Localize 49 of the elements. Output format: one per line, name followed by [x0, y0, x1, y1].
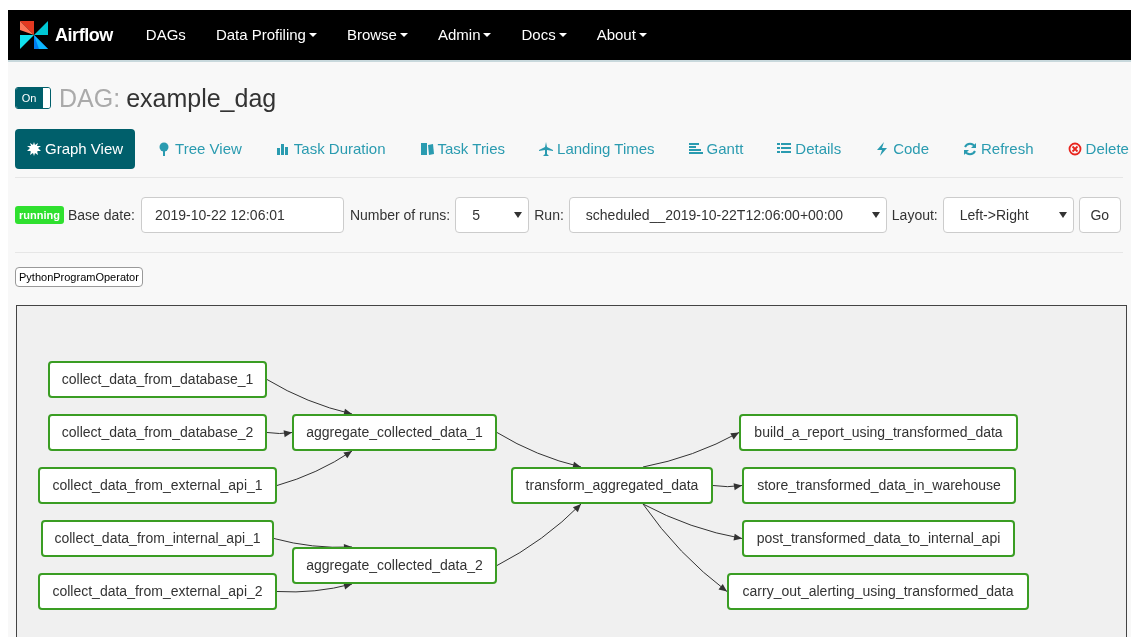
nav-menu-item[interactable]: Data Profiling: [200, 23, 332, 47]
delete-icon: [1067, 142, 1082, 156]
edge-arrow: [266, 430, 293, 438]
dag-prefix: DAG:: [59, 85, 121, 111]
refresh-icon: [963, 142, 977, 156]
view-tab[interactable]: Graph View: [15, 129, 136, 169]
task-node[interactable]: collect_data_from_internal_api_1: [41, 520, 274, 557]
base-date-label: Base date:: [67, 205, 135, 225]
nav-menu-item[interactable]: Docs: [506, 23, 582, 47]
dropdown-caret-icon: [871, 212, 880, 218]
task-node[interactable]: build_a_report_using_transformed_data: [739, 414, 1018, 451]
pinwheel-logo-icon[interactable]: [17, 18, 51, 52]
nav-menu-item[interactable]: Browse: [331, 23, 423, 47]
bar-chart-icon: [275, 142, 290, 156]
gantt-icon: [688, 142, 703, 156]
operator-legend-badge: PythonProgramOperator: [15, 266, 143, 288]
task-node[interactable]: store_transformed_data_in_warehouse: [742, 467, 1016, 504]
base-date-field[interactable]: 2019-10-22 12:06:01: [140, 197, 344, 233]
status-badge: running: [15, 205, 64, 225]
nav-menu-item[interactable]: About: [581, 23, 662, 47]
dropdown-caret-icon: [1058, 212, 1067, 218]
toggle-switch[interactable]: On: [15, 87, 51, 109]
run-dropdown[interactable]: scheduled__2019-10-22T12:06:00+00:00: [568, 197, 887, 233]
documents-icon: [419, 142, 434, 156]
dag-name: example_dag: [126, 85, 277, 111]
task-node[interactable]: collect_data_from_database_1: [48, 361, 267, 398]
task-node[interactable]: collect_data_from_external_api_1: [38, 467, 277, 504]
task-node[interactable]: aggregate_collected_data_1: [292, 414, 497, 451]
task-node[interactable]: aggregate_collected_data_2: [292, 547, 497, 584]
task-node[interactable]: collect_data_from_external_api_2: [38, 573, 277, 610]
edge-arrow: [712, 483, 743, 491]
go-button[interactable]: Go: [1078, 197, 1121, 233]
task-node[interactable]: post_transformed_data_to_internal_api: [742, 520, 1015, 557]
airplane-icon: [539, 142, 554, 156]
task-node[interactable]: transform_aggregated_data: [511, 467, 713, 504]
runs-label: Number of runs:: [349, 205, 451, 225]
nav-menu-item[interactable]: DAGs: [130, 23, 201, 47]
runs-dropdown[interactable]: 5: [455, 197, 530, 233]
layout-dropdown[interactable]: Left->Right: [942, 197, 1074, 233]
layout-label: Layout:: [891, 205, 938, 225]
dropdown-caret-icon: [514, 212, 523, 218]
run-label: Run:: [534, 205, 564, 225]
brand-link[interactable]: Airflow: [55, 21, 113, 49]
sun-icon: [27, 142, 41, 156]
task-node[interactable]: collect_data_from_database_2: [48, 414, 267, 451]
list-icon: [777, 142, 792, 156]
task-node[interactable]: carry_out_alerting_using_transformed_data: [727, 573, 1029, 610]
nav-menu-item[interactable]: Admin: [422, 23, 507, 47]
lightning-icon: [875, 142, 890, 156]
